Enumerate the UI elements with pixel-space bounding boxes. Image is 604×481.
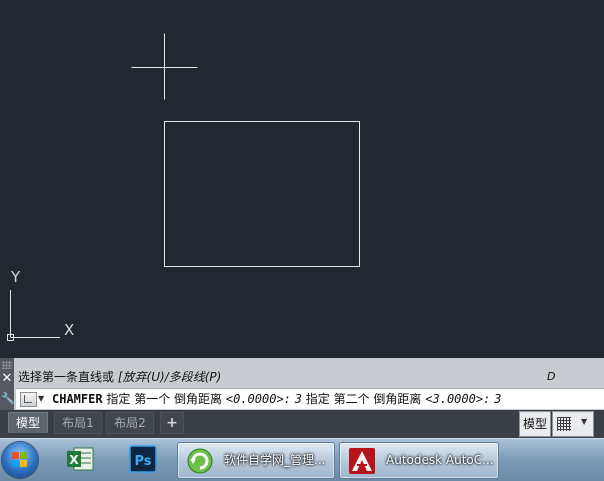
model-space-button[interactable]: 模型 [519,411,551,437]
windows-taskbar: X Ps 软件自学网_管理... Autodesk AutoC... [0,438,604,481]
close-icon[interactable]: ✕ [1,372,13,386]
canvas-svg [7,33,360,341]
svg-text:X: X [69,453,79,467]
command-input-text[interactable]: CHAMFER 指定 第一个 倒角距离 <0.0000>: 3 指定 第二个 倒… [52,389,501,409]
prompt-second-distance: 指定 第二个 倒角距离 [305,392,422,406]
history-prefix: 选择第一条直线或 [18,370,115,384]
tab-layout1[interactable]: 布局1 [54,412,102,434]
grip-handle-icon[interactable] [2,361,12,369]
taskbar-button-label: 软件自学网_管理... [224,453,326,467]
wrench-icon[interactable]: 🔧 [1,392,15,406]
crosshair-cursor [131,33,198,100]
ucs-x-label: X [64,321,75,339]
default-first-distance: <0.0000>: [225,392,291,406]
history-options: [放弃(U)/多段线(P) [117,370,222,384]
tab-layout2[interactable]: 布局2 [106,412,154,434]
taskbar-button-browser[interactable]: 软件自学网_管理... [177,442,335,479]
history-right-text: D [547,370,556,383]
tab-model[interactable]: 模型 [8,412,48,433]
windows-start-icon[interactable] [2,442,38,478]
chevron-down-icon[interactable]: ▼ [38,394,44,404]
autocad-icon [348,447,376,475]
taskbar-button-label: Autodesk AutoC... [386,453,494,467]
ucs-y-label: Y [11,268,21,286]
add-layout-button[interactable]: + [160,412,184,434]
drawing-canvas[interactable]: Y X [0,0,604,358]
command-name: CHAMFER [52,392,103,406]
windows-flag-icon [12,452,28,468]
prompt-first-distance: 指定 第一个 倒角距离 [106,392,223,406]
command-input-field[interactable]: ▼ CHAMFER 指定 第一个 倒角距离 <0.0000>: 3 指定 第二个… [16,388,604,409]
default-second-distance: <3.0000>: [425,392,491,406]
photoshop-label: Ps [134,454,151,469]
command-history-line: 选择第一条直线或 [放弃(U)/多段线(P) [18,368,588,386]
taskbar-button-autocad[interactable]: Autodesk AutoC... [339,442,499,479]
grid-toggle-button[interactable]: ▼ [552,411,594,437]
layout-tabs-bar: 模型 布局1 布局2 + 模型 ▼ [0,410,604,438]
drawn-rectangle[interactable] [164,121,360,267]
browser-icon [186,447,214,475]
ucs-icon [7,290,60,341]
grid-icon [557,417,571,431]
value-first-distance: 3 [294,392,302,406]
chevron-down-icon[interactable]: ▼ [581,417,587,426]
command-line-grip[interactable]: ✕ 🔧 [0,358,15,410]
excel-icon[interactable]: X [65,444,95,474]
photoshop-icon[interactable]: Ps [128,444,158,474]
command-prompt-icon[interactable] [20,392,37,407]
command-line-panel: ✕ 🔧 选择第一条直线或 [放弃(U)/多段线(P) D ▼ CHAMFER 指… [0,358,604,410]
value-second-distance: 3 [494,392,502,406]
